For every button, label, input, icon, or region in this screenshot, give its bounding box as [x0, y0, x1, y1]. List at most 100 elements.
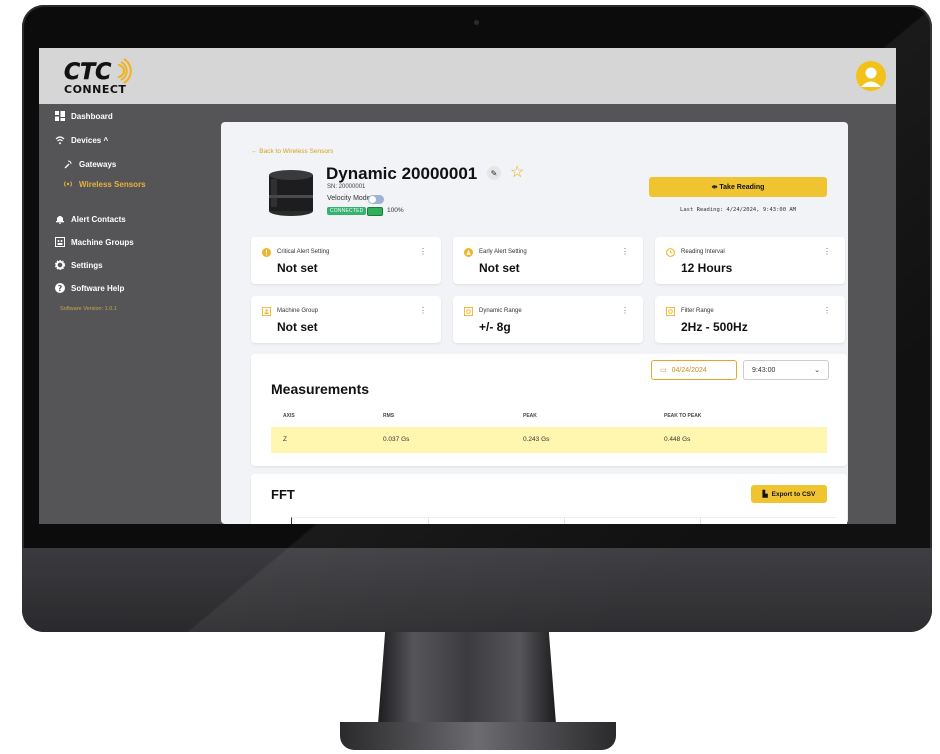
time-value: 9:43:00 — [752, 366, 776, 374]
software-version: Software Version: 1.0.1 — [60, 306, 117, 312]
sidebar-item-software-help[interactable]: ? Software Help — [55, 280, 124, 296]
svg-text:?: ? — [58, 284, 63, 293]
alert-icon — [262, 248, 271, 257]
column-header-rms: RMS — [383, 413, 395, 419]
warning-icon — [464, 248, 473, 257]
sensor-image — [263, 165, 319, 221]
card-value: Not set — [277, 320, 318, 334]
export-csv-button[interactable]: ▙ Export to CSV — [751, 485, 827, 503]
serial-number: SN: 20000001 — [327, 184, 366, 190]
grid-line — [428, 518, 429, 524]
fft-title: FFT — [271, 487, 295, 502]
monitor-stand — [378, 632, 556, 724]
sidebar-item-label: Dashboard — [71, 111, 113, 121]
grid-line — [700, 518, 701, 524]
sidebar-item-dashboard[interactable]: Dashboard — [55, 108, 113, 124]
user-avatar-icon[interactable] — [856, 61, 886, 91]
more-menu-icon[interactable]: ⋮ — [823, 306, 831, 315]
battery-level: 100% — [387, 207, 404, 214]
sidebar-item-wireless-sensors[interactable]: Wireless Sensors — [63, 176, 146, 192]
svg-text:CONNECT: CONNECT — [64, 83, 126, 96]
table-row[interactable]: Z 0.037 Gs 0.243 Gs 0.448 Gs — [271, 427, 827, 453]
sensor-detail-page: ← Back to Wireless Sensors Dynamic 20000… — [221, 122, 848, 524]
card-label: Early Alert Setting — [479, 249, 527, 255]
battery-icon — [367, 207, 383, 216]
date-picker[interactable]: ▭ 04/24/2024 — [651, 360, 737, 380]
sidebar-item-settings[interactable]: Settings — [54, 257, 103, 273]
measurements-title: Measurements — [271, 381, 370, 397]
early-alert-card[interactable]: Early Alert Setting Not set ⋮ — [453, 237, 643, 284]
monitor-foot — [340, 722, 616, 750]
sidebar-item-devices[interactable]: Devices ^ — [55, 132, 108, 148]
device-title: Dynamic 20000001 — [326, 164, 478, 183]
more-menu-icon[interactable]: ⋮ — [419, 306, 427, 315]
sidebar-item-label: Software Help — [71, 283, 125, 293]
velocity-mode-label: Velocity Mode: — [327, 195, 373, 202]
svg-text:CTC: CTC — [64, 60, 111, 85]
card-value: Not set — [277, 261, 318, 275]
edit-button[interactable]: ✎ — [487, 166, 501, 180]
last-reading-text: Last Reading: 4/24/2024, 9:43:00 AM — [680, 207, 796, 213]
cell-peak-to-peak: 0.448 Gs — [664, 436, 691, 443]
signal-icon — [63, 179, 73, 189]
dynamic-range-card[interactable]: Dynamic Range +/- 8g ⋮ — [453, 296, 643, 343]
sidebar-item-label: Gateways — [79, 159, 117, 169]
cell-rms: 0.037 Gs — [383, 436, 410, 443]
card-value: +/- 8g — [479, 320, 511, 334]
favorite-star-icon[interactable]: ☆ — [510, 162, 524, 182]
sidebar-item-label: Machine Groups — [71, 237, 134, 247]
bell-icon — [55, 214, 65, 224]
camera — [474, 20, 479, 25]
card-value: Not set — [479, 261, 520, 275]
date-value: 04/24/2024 — [671, 366, 707, 374]
sidebar-item-machine-groups[interactable]: Machine Groups — [55, 234, 134, 250]
sidebar-item-label: Settings — [71, 260, 103, 270]
cell-axis: Z — [283, 436, 287, 443]
help-icon: ? — [55, 283, 65, 293]
more-menu-icon[interactable]: ⋮ — [621, 306, 629, 315]
gateway-icon — [63, 159, 73, 169]
card-label: Dynamic Range — [479, 308, 522, 314]
machine-group-card[interactable]: Machine Group Not set ⋮ — [251, 296, 441, 343]
clock-icon — [666, 248, 675, 257]
sidebar-item-label: Devices ^ — [71, 135, 109, 145]
filter-icon — [666, 307, 675, 316]
more-menu-icon[interactable]: ⋮ — [621, 247, 629, 256]
top-bar: CTC CONNECT — [39, 48, 896, 104]
filter-range-card[interactable]: Filter Range 2Hz - 500Hz ⋮ — [655, 296, 845, 343]
gear-icon — [54, 259, 66, 271]
card-label: Critical Alert Setting — [277, 249, 330, 255]
screen: CTC CONNECT Dashboard Devices ^ Gateways… — [39, 48, 896, 524]
time-select[interactable]: 9:43:00 ⌄ — [743, 360, 829, 380]
calendar-icon: ▭ — [660, 367, 667, 374]
sidebar-item-label: Alert Contacts — [71, 214, 126, 224]
sidebar-item-alert-contacts[interactable]: Alert Contacts — [55, 211, 126, 227]
group-icon — [55, 237, 65, 247]
sidebar-item-gateways[interactable]: Gateways — [63, 156, 116, 172]
range-icon — [464, 307, 473, 316]
chevron-down-icon: ⌄ — [814, 367, 820, 374]
more-menu-icon[interactable]: ⋮ — [823, 247, 831, 256]
grid-line — [564, 518, 565, 524]
card-value: 12 Hours — [681, 261, 733, 275]
status-badge: CONNECTED — [327, 207, 367, 215]
main-content: ← Back to Wireless Sensors Dynamic 20000… — [177, 104, 896, 524]
card-label: Machine Group — [277, 308, 319, 314]
fft-chart-area — [291, 517, 836, 524]
card-label: Filter Range — [681, 308, 714, 314]
sidebar-item-label: Wireless Sensors — [79, 179, 146, 189]
critical-alert-card[interactable]: Critical Alert Setting Not set ⋮ — [251, 237, 441, 284]
column-header-peak: PEAK — [523, 413, 537, 419]
back-link[interactable]: ← Back to Wireless Sensors — [251, 148, 333, 155]
monitor-chin — [22, 548, 932, 632]
column-header-peak-to-peak: PEAK TO PEAK — [664, 413, 702, 419]
dashboard-icon — [55, 111, 65, 121]
ctc-connect-logo[interactable]: CTC CONNECT — [60, 57, 150, 97]
reading-interval-card[interactable]: Reading Interval 12 Hours ⋮ — [655, 237, 845, 284]
card-value: 2Hz - 500Hz — [681, 320, 748, 334]
more-menu-icon[interactable]: ⋮ — [419, 247, 427, 256]
velocity-mode-toggle[interactable] — [368, 195, 384, 204]
fft-panel: FFT ▙ Export to CSV — [251, 474, 847, 524]
group-icon — [262, 307, 271, 316]
take-reading-button[interactable]: ⇹ Take Reading — [649, 177, 827, 197]
